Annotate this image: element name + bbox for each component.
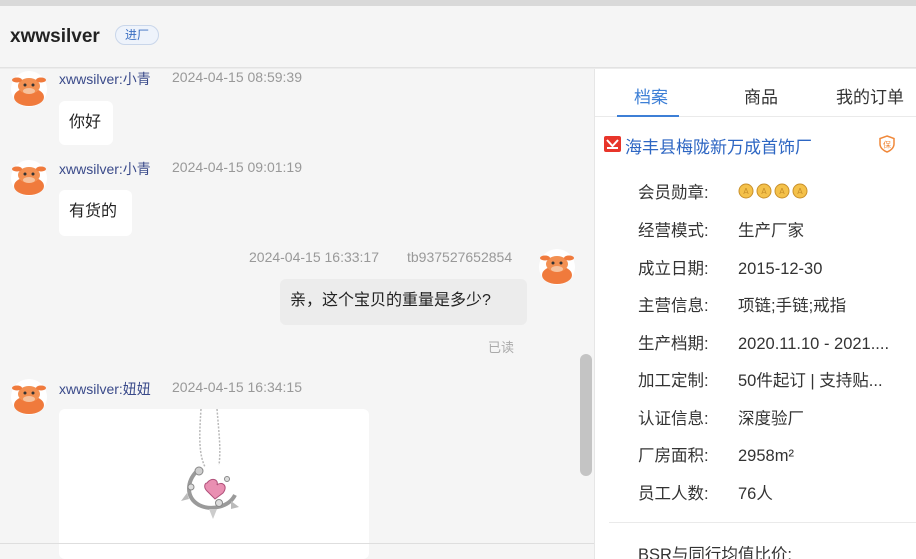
- active-tab-indicator: [617, 115, 679, 117]
- shop-logo-icon: [604, 136, 621, 152]
- member-medals: AAAA: [738, 182, 810, 205]
- cow-avatar-icon[interactable]: [539, 249, 575, 285]
- chat-header: xwwsilver 进厂: [0, 6, 916, 68]
- chat-scrollbar[interactable]: [580, 354, 592, 476]
- message-sender: xwwsilver:小青: [59, 161, 151, 177]
- svg-text:保: 保: [883, 140, 891, 150]
- row-value: 76人: [738, 485, 773, 503]
- message-sender: xwwsilver:小青: [59, 71, 151, 87]
- info-panel: 档案 商品 我的订单 海丰县梅陇新万成首饰厂 保 会员勋章: A A A A 经营模式…: [594, 69, 916, 559]
- svg-text:A: A: [743, 187, 749, 196]
- message-time: 2024-04-15 09:01:19: [172, 159, 302, 175]
- cow-avatar-icon[interactable]: [11, 160, 47, 196]
- info-row-employees: 员工人数: 76人: [638, 480, 906, 504]
- row-value: 生产厂家: [738, 222, 804, 240]
- info-row-certification: 认证信息: 深度验厂: [638, 405, 906, 429]
- row-value: 2958m²: [738, 447, 794, 465]
- row-label: 认证信息:: [638, 410, 709, 428]
- row-value: 2015-12-30: [738, 260, 823, 278]
- row-value: 2020.11.10 - 2021....: [738, 335, 890, 353]
- bsr-price-compare-label: BSR与同行均值比价:: [638, 546, 793, 559]
- necklace-photo[interactable]: [59, 409, 369, 559]
- row-label: 成立日期:: [638, 260, 709, 278]
- medal-icon: AAAA: [738, 183, 808, 199]
- chat-divider: [0, 543, 594, 544]
- cow-avatar-icon[interactable]: [11, 379, 47, 415]
- info-row-business-model: 经营模式: 生产厂家: [638, 217, 906, 241]
- row-label: 会员勋章:: [638, 184, 709, 202]
- tab-products[interactable]: 商品: [744, 83, 778, 108]
- panel-divider: [609, 522, 916, 523]
- info-row-production-schedule: 生产档期: 2020.11.10 - 2021....: [638, 330, 906, 354]
- row-label: 经营模式:: [638, 222, 709, 240]
- tab-archive[interactable]: 档案: [634, 83, 668, 108]
- svg-text:A: A: [797, 187, 803, 196]
- message-time: 2024-04-15 08:59:39: [172, 69, 302, 85]
- message-time: 2024-04-15 16:34:15: [172, 379, 302, 395]
- message-time: 2024-04-15 16:33:17: [249, 249, 379, 265]
- info-row-customization: 加工定制: 50件起订 | 支持贴...: [638, 367, 906, 391]
- shield-icon[interactable]: 保: [878, 135, 896, 153]
- info-row-founded: 成立日期: 2015-12-30: [638, 255, 906, 279]
- message-bubble[interactable]: 亲，这个宝贝的重量是多少?: [280, 279, 527, 325]
- info-row-main-products: 主营信息: 项链;手链;戒指: [638, 292, 906, 316]
- chat-area[interactable]: xwwsilver:小青 2024-04-15 08:59:39 你好 xwws…: [0, 69, 594, 559]
- row-label: 主营信息:: [638, 297, 709, 315]
- svg-text:A: A: [779, 187, 785, 196]
- row-value: 项链;手链;戒指: [738, 297, 847, 315]
- necklace-icon: [181, 409, 239, 519]
- info-row-medals: 会员勋章: A A A A: [638, 179, 810, 205]
- row-label: 生产档期:: [638, 335, 709, 353]
- row-label: 员工人数:: [638, 485, 709, 503]
- info-row-factory-area: 厂房面积: 2958m²: [638, 442, 906, 466]
- contact-name: xwwsilver: [10, 26, 100, 47]
- row-value: 50件起订 | 支持贴...: [738, 372, 883, 390]
- row-label: 加工定制:: [638, 372, 709, 390]
- read-status: 已读: [488, 340, 515, 355]
- message-bubble[interactable]: 有货的: [59, 190, 132, 236]
- row-label: 厂房面积:: [638, 447, 709, 465]
- shop-name-link[interactable]: 海丰县梅陇新万成首饰厂: [625, 133, 812, 158]
- svg-text:A: A: [761, 187, 767, 196]
- row-value: 深度验厂: [738, 410, 804, 428]
- message-sender: xwwsilver:妞妞: [59, 381, 151, 397]
- cow-avatar-icon[interactable]: [11, 71, 47, 107]
- message-bubble[interactable]: 你好: [59, 101, 113, 145]
- tab-my-orders[interactable]: 我的订单: [836, 83, 904, 108]
- panel-tabs: 档案 商品 我的订单: [595, 69, 916, 117]
- message-sender: tb937527652854: [407, 249, 513, 265]
- enter-factory-badge[interactable]: 进厂: [115, 25, 160, 45]
